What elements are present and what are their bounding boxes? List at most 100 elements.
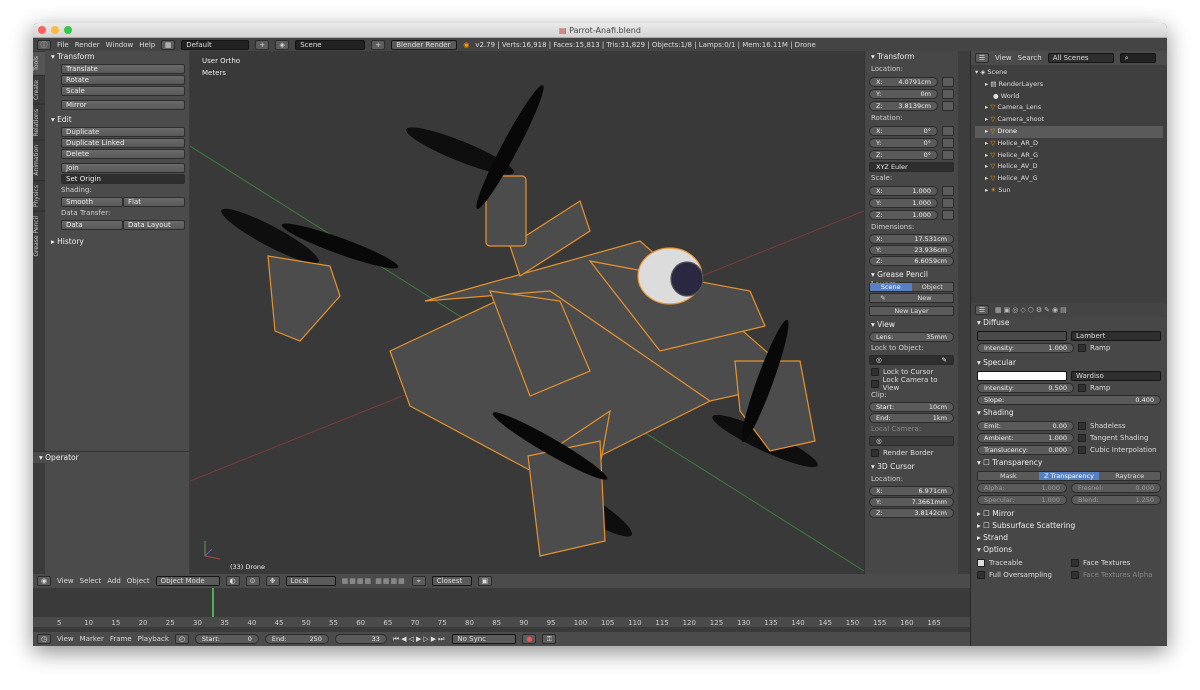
lock-icon[interactable] — [942, 77, 954, 87]
edit-section-header[interactable]: ▾ Edit — [45, 114, 189, 126]
playback-controls[interactable]: ⏮◀◁▶▷▶⏭ — [393, 635, 447, 644]
render-border-checkbox[interactable] — [871, 449, 879, 457]
smooth-button[interactable]: Smooth — [61, 197, 123, 207]
slope-field[interactable]: Slope: 0.400 — [977, 395, 1161, 405]
data-button[interactable]: Data — [61, 220, 123, 230]
tree-drone[interactable]: ▸ ▽ Drone — [975, 125, 1163, 138]
diffuse-ramp-checkbox[interactable] — [1078, 344, 1086, 352]
mode-select[interactable]: Object Mode — [155, 576, 220, 586]
3d-viewport[interactable]: User Ortho Meters (33) Drone — [190, 51, 864, 574]
lock-icon[interactable] — [942, 186, 954, 196]
rotate-button[interactable]: Rotate — [61, 75, 185, 85]
mirror-header[interactable]: ▸ ☐ Mirror — [971, 508, 1167, 520]
shading-mode-icon[interactable]: ◐ — [225, 576, 240, 586]
new-layer-button[interactable]: New Layer — [870, 307, 953, 315]
raytrace-tab[interactable]: Raytrace — [1099, 472, 1160, 480]
rotation-x-field[interactable]: X: 0° — [869, 126, 938, 136]
grease-object-tab[interactable]: Object — [911, 283, 953, 291]
tab-tools[interactable]: Tools — [33, 51, 45, 75]
location-x-field[interactable]: X: 4.0791cm — [869, 77, 938, 87]
delete-button[interactable]: Delete — [61, 149, 185, 159]
duplicate-linked-button[interactable]: Duplicate Linked — [61, 138, 185, 148]
timeline-editor-icon[interactable]: ◷ — [37, 634, 51, 644]
outliner-editor-icon[interactable]: ☰ — [975, 53, 989, 63]
dimension-z-field[interactable]: Z: 6.6059cm — [869, 256, 954, 266]
close-button[interactable] — [38, 26, 46, 34]
lock-icon[interactable] — [942, 101, 954, 111]
lock-icon[interactable] — [942, 210, 954, 220]
frame-menu[interactable]: Frame — [110, 635, 132, 643]
render-icon[interactable]: ▣ — [477, 576, 492, 586]
outliner-search-input[interactable]: ⌕ — [1119, 53, 1156, 63]
context-icons[interactable]: ▦▣◎◇⬡⚙✎◉▤ — [995, 306, 1069, 314]
tab-grease-pencil[interactable]: Grease Pencil — [33, 211, 45, 261]
keying-icon[interactable]: ⚿ — [542, 634, 557, 644]
specular-color[interactable] — [977, 371, 1067, 381]
location-y-field[interactable]: Y: 0m — [869, 89, 938, 99]
menu-help[interactable]: Help — [139, 41, 155, 49]
end-frame-field[interactable]: End: 250 — [264, 634, 329, 644]
scale-y-field[interactable]: Y: 1.000 — [869, 198, 938, 208]
menu-window[interactable]: Window — [106, 41, 134, 49]
object-menu[interactable]: Object — [127, 577, 150, 585]
full-oversampling-checkbox[interactable] — [977, 571, 985, 579]
lens-field[interactable]: Lens: 35mm — [869, 332, 954, 342]
outliner-view-menu[interactable]: View — [995, 54, 1012, 62]
viewport-editor-icon[interactable]: ◉ — [37, 576, 51, 586]
tab-relations[interactable]: Relations — [33, 103, 45, 141]
cursor-y-field[interactable]: Y: 7.3661mm — [869, 497, 954, 507]
timeline[interactable]: 5 10 15 20 25 30 35 40 45 50 55 60 65 70 75 80 85 90 95 100… — [33, 588, 970, 633]
menu-file[interactable]: File — [57, 41, 69, 49]
options-header[interactable]: ▾ Options — [971, 544, 1167, 556]
tree-helice-av-g[interactable]: ▸ ▽ Helice_AV_G — [975, 173, 1163, 185]
tree-scene[interactable]: ▾ ◈ Scene — [975, 67, 1163, 79]
traceable-checkbox[interactable] — [977, 559, 985, 567]
lock-cursor-checkbox[interactable] — [871, 368, 879, 376]
diffuse-shader-select[interactable]: Lambert — [1071, 331, 1161, 341]
fresnel-field[interactable]: Fresnel: 0.000 — [1071, 483, 1161, 493]
shadeless-checkbox[interactable] — [1078, 422, 1086, 430]
layout-icon[interactable]: ▦ — [161, 39, 176, 50]
specular-shader-select[interactable]: Wardiso — [1071, 371, 1161, 381]
tree-helice-ar-d[interactable]: ▸ ▽ Helice_AR_D — [975, 138, 1163, 150]
tree-camera-lens[interactable]: ▸ ▽ Camera_Lens — [975, 102, 1163, 114]
tab-physics[interactable]: Physics — [33, 179, 45, 212]
playback-menu[interactable]: Playback — [138, 635, 169, 643]
start-frame-field[interactable]: Start: 0 — [194, 634, 259, 644]
tab-create[interactable]: Create — [33, 74, 45, 104]
transparency-header[interactable]: ▾ ☐ Transparency — [971, 457, 1167, 469]
emit-field[interactable]: Emit: 0.00 — [977, 421, 1074, 431]
view-section-header[interactable]: ▾ View — [865, 319, 958, 331]
marker-menu[interactable]: Marker — [80, 635, 104, 643]
transform-orientation-select[interactable]: Local — [285, 576, 336, 586]
tree-world[interactable]: ● World — [975, 91, 1163, 103]
cursor-z-field[interactable]: Z: 3.8142cm — [869, 508, 954, 518]
add-scene-icon[interactable]: + — [371, 39, 386, 50]
scene-field[interactable]: Scene — [295, 39, 366, 50]
view-menu[interactable]: View — [57, 577, 74, 585]
pivot-icon[interactable]: ⊙ — [245, 576, 260, 586]
dimension-x-field[interactable]: X: 17.531cm — [869, 234, 954, 244]
alpha-field[interactable]: Alpha: 1.000 — [977, 483, 1067, 493]
set-origin-select[interactable]: Set Origin — [61, 174, 185, 184]
scene-icon[interactable]: ◈ — [275, 39, 290, 50]
tree-helice-av-d[interactable]: ▸ ▽ Helice_AV_D — [975, 161, 1163, 173]
layout-field[interactable]: Default — [181, 39, 250, 50]
diffuse-intensity-field[interactable]: Intensity: 1.000 — [977, 343, 1074, 353]
lock-icon[interactable] — [942, 150, 954, 160]
snap-icon[interactable]: ⌖ — [411, 576, 426, 586]
ambient-field[interactable]: Ambient: 1.000 — [977, 433, 1074, 443]
sync-select[interactable]: No Sync — [452, 634, 517, 644]
diffuse-color[interactable] — [977, 331, 1067, 341]
current-frame-field[interactable]: 33 — [334, 634, 387, 644]
add-layout-icon[interactable]: + — [255, 39, 270, 50]
duplicate-button[interactable]: Duplicate — [61, 127, 185, 137]
tree-helice-ar-g[interactable]: ▸ ▽ Helice_AR_G — [975, 150, 1163, 162]
specular-header[interactable]: ▾ Specular — [971, 357, 1167, 369]
mask-tab[interactable]: Mask — [978, 472, 1039, 480]
transform-section-header[interactable]: ▾ Transform — [45, 51, 189, 63]
flat-button[interactable]: Flat — [123, 197, 185, 207]
tree-camera-shoot[interactable]: ▸ ▽ Camera_shoot — [975, 114, 1163, 126]
lock-object-field[interactable]: ◎ ✎ — [869, 355, 954, 365]
local-camera-field[interactable]: ◎ — [869, 436, 954, 446]
